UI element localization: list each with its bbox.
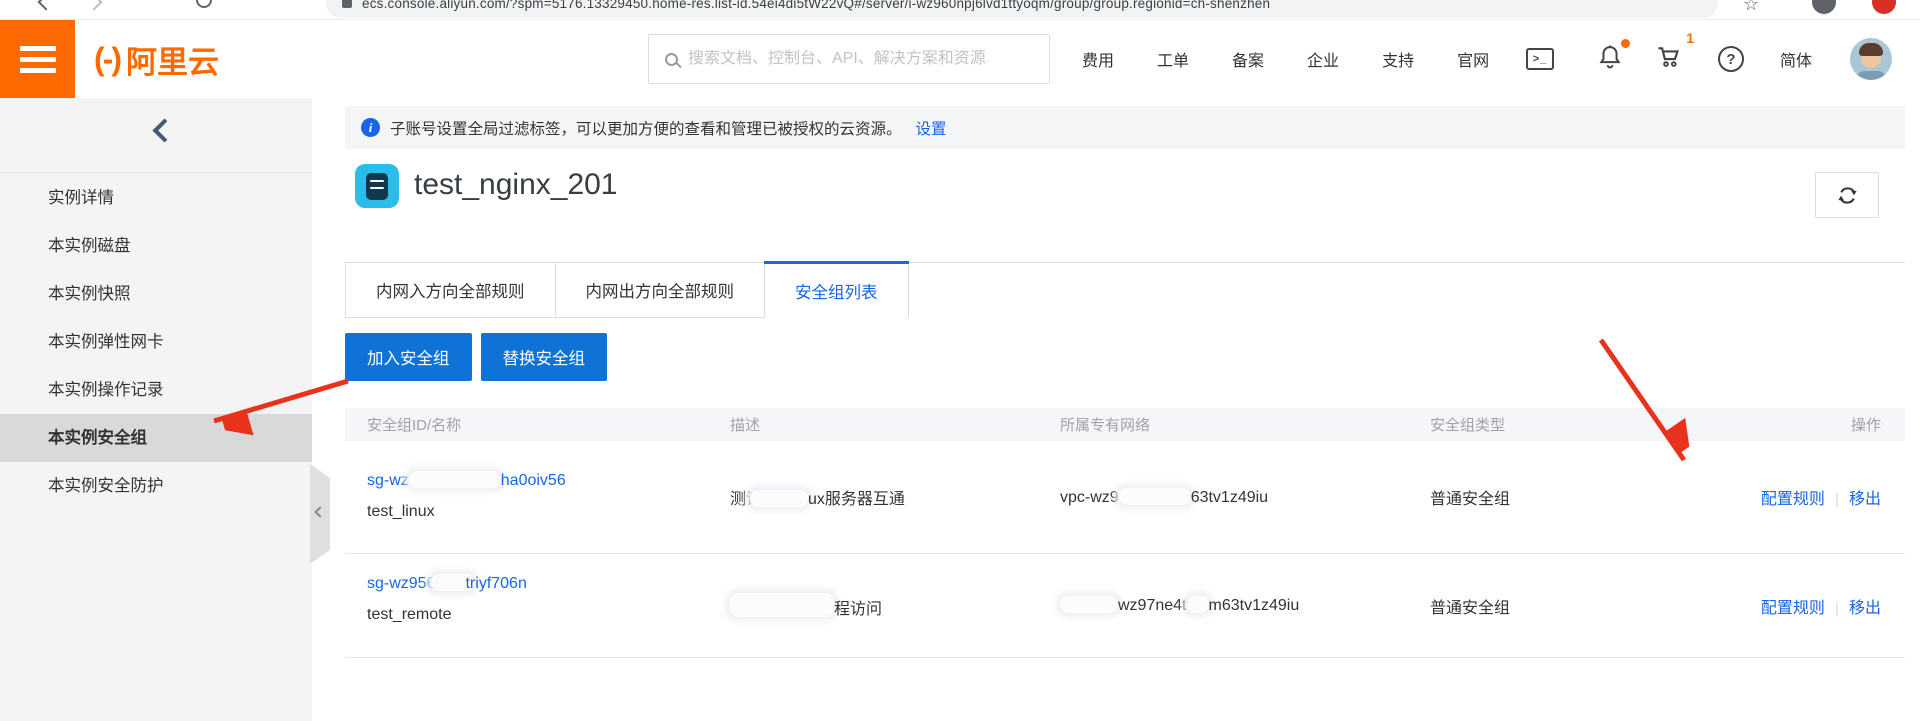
browser-update-icon[interactable] xyxy=(1872,0,1896,14)
redaction-blur xyxy=(750,490,808,507)
banner-settings-link[interactable]: 设置 xyxy=(916,117,947,139)
table-header: 安全组ID/名称 描述 所属专有网络 安全组类型 操作 xyxy=(345,408,1905,441)
vpc-cell: vpc-wz963tv1z49iu xyxy=(1060,488,1430,507)
redaction-blur xyxy=(1060,596,1118,613)
browser-bar: ecs.console.aliyun.com/?spm=5176.1332945… xyxy=(0,0,1920,20)
site-info-icon[interactable] xyxy=(342,0,352,8)
aliyun-logo[interactable]: (-) 阿里云 xyxy=(94,20,219,98)
browser-profile-icon[interactable] xyxy=(1812,0,1836,14)
action-divider: | xyxy=(1835,491,1839,508)
actions-cell: 配置规则 | 移出 xyxy=(1700,594,1905,618)
sidebar-menu: 实例详情 本实例磁盘 本实例快照 本实例弹性网卡 本实例操作记录 本实例安全组 … xyxy=(0,174,312,510)
cart-badge: 1 xyxy=(1686,30,1694,46)
avatar xyxy=(1850,38,1892,80)
table-toolbar: 加入安全组 替换安全组 xyxy=(345,333,607,381)
banner-text: 子账号设置全局过滤标签，可以更加方便的查看和管理已被授权的云资源。 xyxy=(390,117,902,139)
sidebar-collapse-icon[interactable] xyxy=(152,118,176,142)
sidebar-item-instance-operation-log[interactable]: 本实例操作记录 xyxy=(0,366,312,414)
info-icon: i xyxy=(361,118,380,137)
replace-security-group-button[interactable]: 替换安全组 xyxy=(481,333,608,381)
cloudshell-icon[interactable]: >_ xyxy=(1526,20,1554,98)
chevron-left-icon xyxy=(314,506,325,517)
sidebar-item-instance-security-protection[interactable]: 本实例安全防护 xyxy=(0,462,312,510)
col-actions: 操作 xyxy=(1700,414,1905,435)
logo-bracket-icon: (-) xyxy=(94,41,120,78)
security-group-name: test_linux xyxy=(367,503,435,520)
search-input[interactable] xyxy=(688,50,1049,68)
col-vpc: 所属专有网络 xyxy=(1060,414,1430,435)
browser-back-icon[interactable] xyxy=(38,0,55,10)
sidebar-resize-handle[interactable] xyxy=(310,464,330,564)
col-type: 安全组类型 xyxy=(1430,414,1700,435)
type-cell: 普通安全组 xyxy=(1430,594,1700,618)
tab-security-group-list[interactable]: 安全组列表 xyxy=(765,263,909,318)
security-group-id-link[interactable]: sg-wzha0oiv56 xyxy=(367,472,566,489)
tab-outbound-rules[interactable]: 内网出方向全部规则 xyxy=(556,263,766,318)
browser-address-bar[interactable]: ecs.console.aliyun.com/?spm=5176.1332945… xyxy=(326,0,1718,18)
vpc-cell: wz97ne4tm63tv1z49iu xyxy=(1060,596,1430,615)
nav-item-support[interactable]: 支持 xyxy=(1382,47,1414,71)
nav-item-website[interactable]: 官网 xyxy=(1457,47,1489,71)
configure-rules-link[interactable]: 配置规则 xyxy=(1761,491,1825,508)
security-group-id-link[interactable]: sg-wz956triyf706n xyxy=(367,575,527,592)
redaction-blur xyxy=(1119,488,1191,505)
browser-reload-icon[interactable] xyxy=(196,0,212,8)
page-title: test_nginx_201 xyxy=(414,168,618,202)
join-security-group-button[interactable]: 加入安全组 xyxy=(345,333,472,381)
sidebar-item-instance-security-groups[interactable]: 本实例安全组 xyxy=(0,414,312,462)
sidebar-divider xyxy=(0,172,312,173)
action-divider: | xyxy=(1835,600,1839,617)
cart-icon[interactable]: 1 xyxy=(1654,20,1684,98)
refresh-button[interactable] xyxy=(1815,172,1879,218)
security-group-name: test_remote xyxy=(367,606,451,623)
security-group-table: 安全组ID/名称 描述 所属专有网络 安全组类型 操作 sg-wzha0oiv5… xyxy=(345,408,1905,658)
browser-forward-icon[interactable] xyxy=(86,0,103,10)
sidebar-item-instance-details[interactable]: 实例详情 xyxy=(0,174,312,222)
tab-bar: 内网入方向全部规则 内网出方向全部规则 安全组列表 xyxy=(345,262,1905,318)
nav-item-enterprise[interactable]: 企业 xyxy=(1307,47,1339,71)
table-row: sg-wzha0oiv56 test_linux 测试ux服务器互通 vpc-w… xyxy=(345,441,1905,554)
notifications-bell-icon[interactable] xyxy=(1596,20,1624,98)
url-text: ecs.console.aliyun.com/?spm=5176.1332945… xyxy=(362,0,1270,11)
notification-dot xyxy=(1621,39,1630,48)
hamburger-menu-button[interactable] xyxy=(0,20,75,98)
top-navigation: 费用 工单 备案 企业 支持 官网 xyxy=(1082,20,1489,98)
configure-rules-link[interactable]: 配置规则 xyxy=(1761,600,1825,617)
logo-text: 阿里云 xyxy=(126,37,219,82)
sidebar: 实例详情 本实例磁盘 本实例快照 本实例弹性网卡 本实例操作记录 本实例安全组 … xyxy=(0,98,312,721)
actions-cell: 配置规则 | 移出 xyxy=(1700,485,1905,509)
search-icon xyxy=(665,53,678,66)
redaction-blur xyxy=(409,471,501,488)
type-cell: 普通安全组 xyxy=(1430,485,1700,509)
remove-link[interactable]: 移出 xyxy=(1849,600,1881,617)
tab-inbound-rules[interactable]: 内网入方向全部规则 xyxy=(345,263,556,318)
description-cell: 测试ux服务器互通 xyxy=(730,485,1060,509)
help-icon[interactable]: ? xyxy=(1718,20,1744,98)
redaction-blur xyxy=(730,593,834,617)
redaction-blur xyxy=(1187,596,1209,613)
info-banner: i 子账号设置全局过滤标签，可以更加方便的查看和管理已被授权的云资源。 设置 xyxy=(345,106,1905,149)
app-header: (-) 阿里云 费用 工单 备案 企业 支持 官网 >_ xyxy=(0,20,1920,98)
language-switcher[interactable]: 简体 xyxy=(1780,20,1812,98)
nav-item-tickets[interactable]: 工单 xyxy=(1157,47,1189,71)
sidebar-item-instance-disks[interactable]: 本实例磁盘 xyxy=(0,222,312,270)
instance-icon xyxy=(355,164,399,208)
col-id-name: 安全组ID/名称 xyxy=(345,414,730,435)
table-row: sg-wz956triyf706n test_remote 程访问 wz97ne… xyxy=(345,554,1905,658)
nav-item-icp[interactable]: 备案 xyxy=(1232,47,1264,71)
col-description: 描述 xyxy=(730,414,1060,435)
remove-link[interactable]: 移出 xyxy=(1849,491,1881,508)
user-avatar[interactable] xyxy=(1850,20,1892,98)
global-search-box[interactable] xyxy=(648,34,1050,84)
sidebar-item-instance-snapshots[interactable]: 本实例快照 xyxy=(0,270,312,318)
nav-item-fees[interactable]: 费用 xyxy=(1082,47,1114,71)
sidebar-item-instance-enis[interactable]: 本实例弹性网卡 xyxy=(0,318,312,366)
refresh-icon xyxy=(1836,184,1859,207)
bookmark-star-icon[interactable]: ☆ xyxy=(1743,0,1759,15)
description-cell: 程访问 xyxy=(730,593,1060,619)
